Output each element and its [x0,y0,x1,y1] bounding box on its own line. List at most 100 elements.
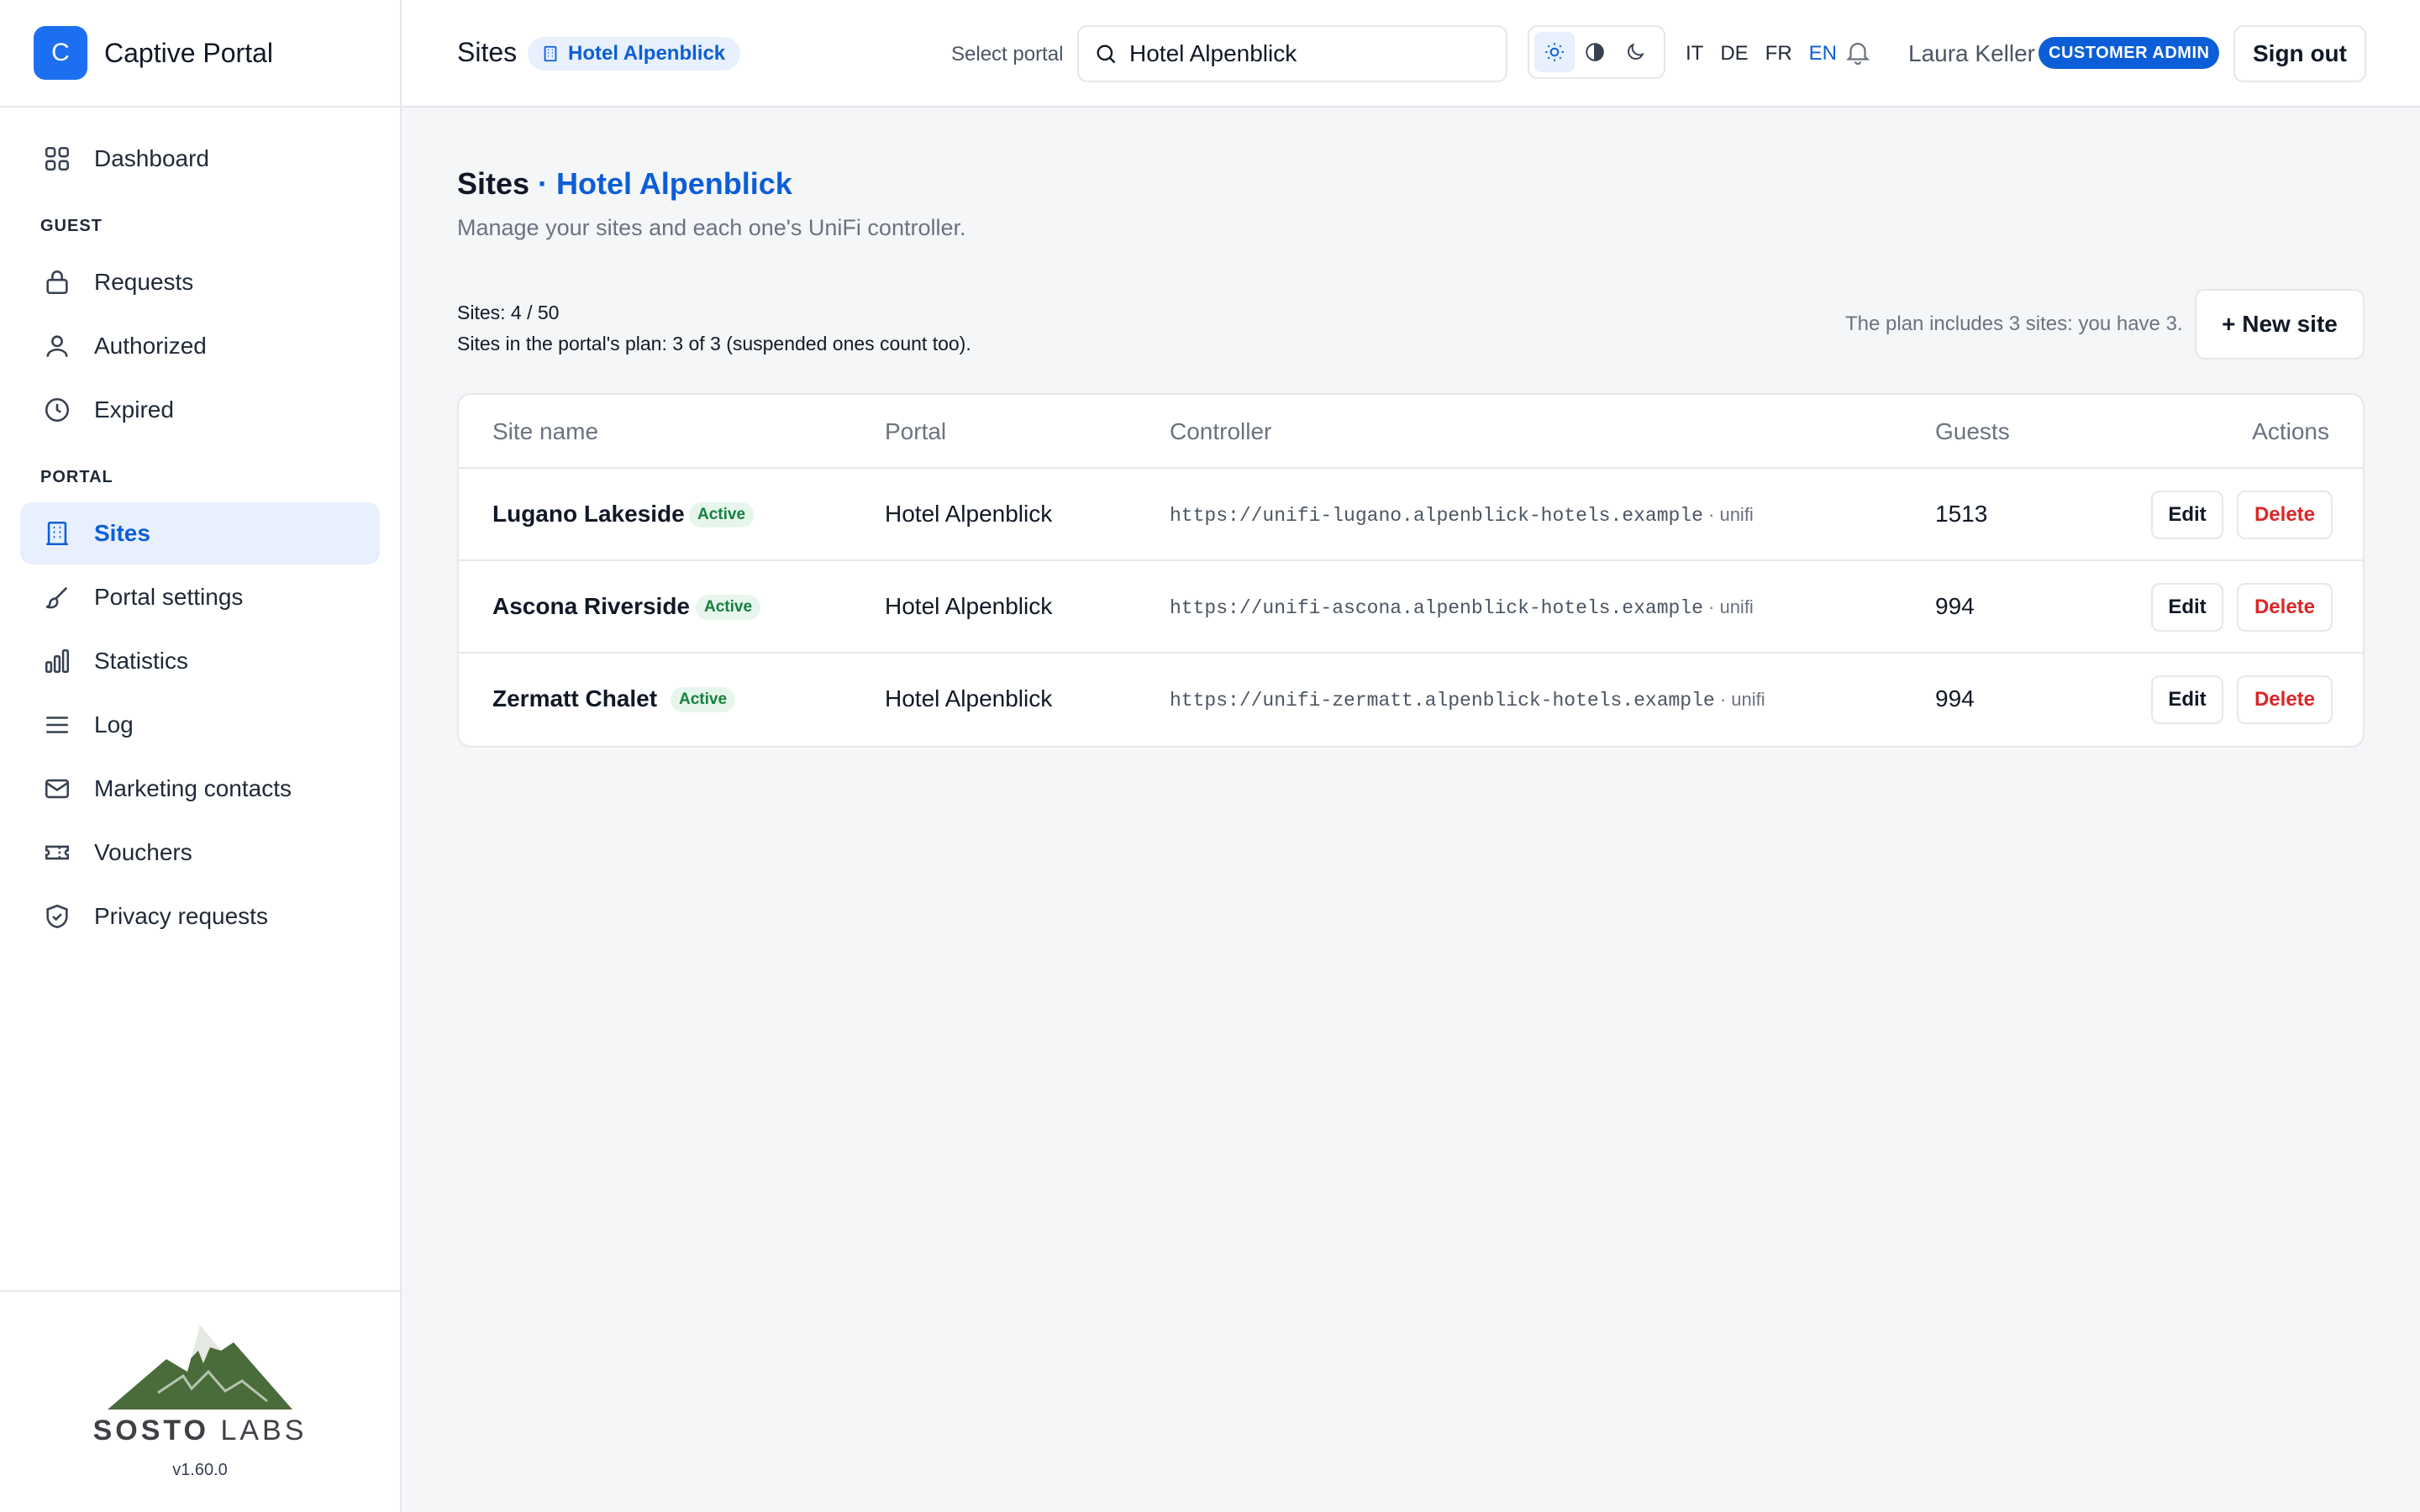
sidebar-item-label: Expired [94,396,174,423]
user-icon [40,329,74,363]
header-guests[interactable]: Guests [1935,418,2010,445]
page-subtitle: Manage your sites and each one's UniFi c… [457,215,966,240]
site-name: Lugano Lakeside [492,501,685,527]
notifications-bell-icon[interactable] [1844,37,1872,71]
sidebar-item-statistics[interactable]: Statistics [20,630,380,692]
clock-icon [40,393,74,427]
grid-icon [40,142,74,176]
sidebar-item-label: Privacy requests [94,903,268,929]
user-name: Laura Keller [1908,40,2035,66]
role-badge: CUSTOMER ADMIN [2039,37,2220,69]
sidebar-footer: SOSTO LABS v1.60.0 [0,1290,400,1512]
sidebar-item-expired[interactable]: Expired [20,379,380,441]
header-actions: Actions [2252,418,2329,444]
table-row: Ascona Riverside Active Hotel Alpenblick… [459,561,2363,654]
sidebar-section-guest: GUEST [40,217,103,235]
sidebar-item-authorized[interactable]: Authorized [20,315,380,377]
edit-button[interactable]: Edit [2151,583,2223,632]
theme-auto-button[interactable] [1575,32,1615,72]
sidebar-item-label: Sites [94,520,150,546]
sign-out-button[interactable]: Sign out [2233,25,2366,82]
sidebar-item-label: Log [94,711,134,738]
language-de[interactable]: DE [1720,42,1748,66]
app: C Captive Portal Dashboard GUEST Request… [0,0,2420,1512]
sidebar-item-label: Marketing contacts [94,775,292,801]
brand-logo: C [34,26,87,80]
edit-button[interactable]: Edit [2151,491,2223,539]
sidebar-section-portal: PORTAL [40,468,113,486]
theme-dark-button[interactable] [1615,32,1655,72]
mountain-logo-icon [108,1326,292,1410]
mail-icon [40,772,74,806]
bar-chart-icon [40,644,74,678]
header-site-name[interactable]: Site name [492,418,598,445]
sidebar-item-label: Portal settings [94,584,244,610]
site-name: Zermatt Chalet [492,685,658,711]
status-badge: Active [696,595,761,620]
contrast-icon [1586,43,1604,61]
sidebar-item-marketing-contacts[interactable]: Marketing contacts [20,758,380,820]
sidebar-item-label: Requests [94,269,194,295]
sites-table: Site name Portal Controller Guests Actio… [457,393,2365,748]
sidebar-item-dashboard[interactable]: Dashboard [20,128,380,190]
delete-button[interactable]: Delete [2237,491,2333,539]
sidebar-item-log[interactable]: Log [20,694,380,756]
ticket-icon [40,836,74,869]
topbar-title: Sites [457,37,518,67]
select-portal-label: Select portal [951,43,1064,66]
new-site-button[interactable]: + New site [2195,289,2365,360]
building-icon [544,45,557,62]
edit-button[interactable]: Edit [2151,675,2223,724]
site-guests: 1513 [1935,501,1988,527]
language-en[interactable]: EN [1809,42,1837,66]
sidebar-nav: Dashboard GUEST Requests Authorized Expi [0,108,400,948]
search-icon [1097,45,1116,64]
site-counts: Sites: 4 / 50 Sites in the portal's plan… [457,297,971,360]
brush-icon [40,580,74,614]
sidebar-item-requests[interactable]: Requests [20,251,380,313]
site-guests: 994 [1935,685,1975,711]
sidebar-item-portal-settings[interactable]: Portal settings [20,566,380,628]
language-it[interactable]: IT [1686,42,1703,66]
page-title: Sites · Hotel Alpenblick [457,166,792,201]
site-name: Ascona Riverside [492,593,690,619]
sidebar-item-label: Dashboard [94,145,209,171]
portal-search [1077,25,1507,82]
table-row: Lugano Lakeside Active Hotel Alpenblick … [459,469,2363,561]
table-header: Site name Portal Controller Guests Actio… [459,395,2363,469]
sidebar-item-label: Vouchers [94,839,192,865]
sidebar-item-label: Statistics [94,648,189,674]
header-portal[interactable]: Portal [885,418,946,445]
current-portal-chip: Hotel Alpenblick [528,37,741,71]
sun-icon [1545,43,1564,61]
lock-icon [40,265,74,299]
sites-count: Sites: 4 / 50 [457,302,560,323]
theme-switcher [1528,25,1665,79]
site-portal: Hotel Alpenblick [885,685,1053,711]
site-controller: https://unifi-lugano.alpenblick-hotels.e… [1170,504,1754,527]
status-badge: Active [689,502,755,528]
language-fr[interactable]: FR [1765,42,1792,66]
plan-count: Sites in the portal's plan: 3 of 3 (susp… [457,333,971,354]
site-portal: Hotel Alpenblick [885,593,1053,619]
brand-name: Captive Portal [104,37,273,68]
site-controller: https://unifi-zermatt.alpenblick-hotels.… [1170,689,1765,711]
sidebar-item-label: Authorized [94,333,207,359]
header-controller[interactable]: Controller [1170,418,1271,445]
list-icon [40,708,74,742]
table-row: Zermatt Chalet Active Hotel Alpenblick h… [459,654,2363,746]
theme-light-button[interactable] [1534,32,1575,72]
site-controller: https://unifi-ascona.alpenblick-hotels.e… [1170,596,1754,619]
sidebar-item-vouchers[interactable]: Vouchers [20,822,380,884]
delete-button[interactable]: Delete [2237,675,2333,724]
sidebar-item-sites[interactable]: Sites [20,502,380,564]
portal-search-input[interactable] [1129,40,1482,67]
sidebar: C Captive Portal Dashboard GUEST Request… [0,0,402,1512]
delete-button[interactable]: Delete [2237,583,2333,632]
status-badge: Active [671,687,736,712]
sidebar-item-privacy-requests[interactable]: Privacy requests [20,885,380,948]
topbar: Sites Hotel Alpenblick Select portal IT … [402,0,2420,108]
shield-check-icon [40,900,74,933]
language-switcher: IT DE FR EN [1686,42,1854,66]
main-content: Sites · Hotel Alpenblick Manage your sit… [457,108,2365,748]
